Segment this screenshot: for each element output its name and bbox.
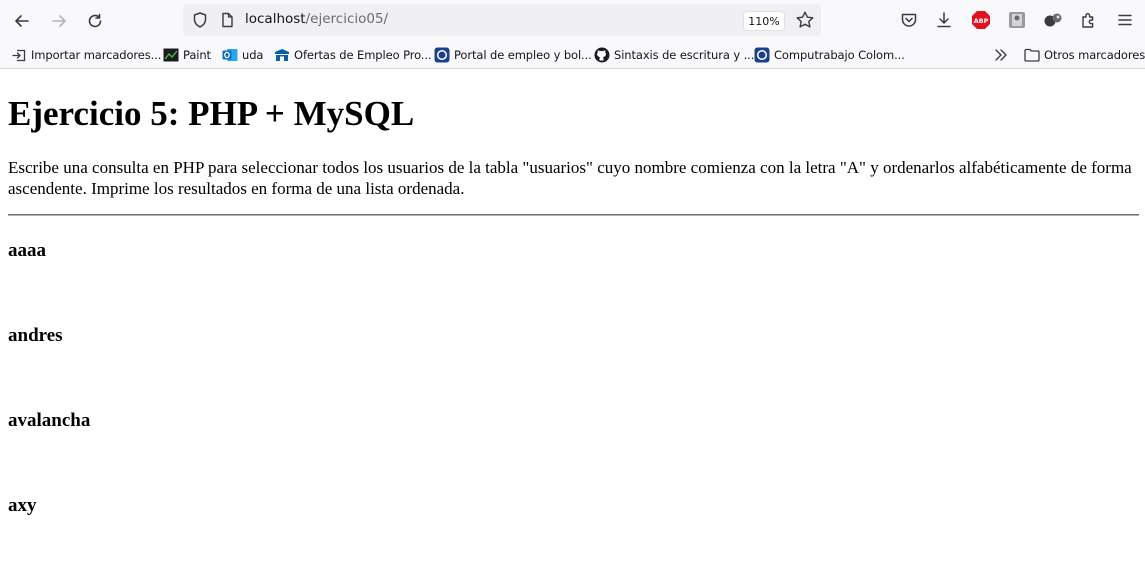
page-title: Ejercicio 5: PHP + MySQL bbox=[8, 94, 415, 133]
reload-icon bbox=[88, 13, 102, 28]
folder-icon bbox=[1024, 47, 1040, 63]
pocket-button[interactable] bbox=[898, 9, 920, 31]
arrow-left-icon bbox=[15, 15, 29, 27]
extension-cookies-button[interactable] bbox=[1042, 9, 1064, 31]
bookmark-paint[interactable]: Paint bbox=[163, 46, 211, 64]
extension-cookies-icon bbox=[1044, 13, 1062, 27]
bookmarks-bar: Importar marcadores... Paint uda Ofertas… bbox=[0, 41, 1145, 69]
url-text[interactable]: localhost/ejercicio05/ bbox=[245, 11, 388, 27]
abp-label: ABP bbox=[974, 17, 989, 25]
bookmark-sintaxis[interactable]: Sintaxis de escritura y ... bbox=[594, 46, 754, 64]
page-content: Ejercicio 5: PHP + MySQL Escribe una con… bbox=[0, 70, 1145, 585]
github-icon bbox=[594, 47, 610, 63]
bookmark-ofertas-empleo[interactable]: Ofertas de Empleo Pro... bbox=[274, 46, 432, 64]
user-name: aaaa bbox=[8, 240, 46, 261]
double-chevron-right-icon bbox=[995, 49, 1007, 61]
app-menu-button[interactable] bbox=[1114, 9, 1136, 31]
page-info-icon[interactable] bbox=[219, 12, 235, 28]
tracking-protection-shield-icon[interactable] bbox=[191, 11, 209, 29]
extension-photo-button[interactable] bbox=[1006, 9, 1028, 31]
bookmark-label: Otros marcadores bbox=[1044, 48, 1145, 62]
zoom-level-badge[interactable]: 110% bbox=[743, 11, 785, 31]
bookmark-star-icon[interactable] bbox=[795, 10, 815, 30]
paint-icon bbox=[163, 47, 179, 63]
divider bbox=[8, 214, 1139, 216]
job-site-icon bbox=[274, 47, 290, 63]
computrabajo-icon bbox=[434, 47, 450, 63]
extensions-button[interactable] bbox=[1078, 9, 1100, 31]
outlook-icon bbox=[222, 47, 238, 63]
bookmark-label: Importar marcadores... bbox=[31, 48, 162, 62]
adblock-plus-icon: ABP bbox=[972, 11, 990, 29]
bookmark-importar-marcadores[interactable]: Importar marcadores... bbox=[11, 46, 161, 64]
bookmark-uda[interactable]: uda bbox=[222, 46, 263, 64]
bookmark-portal-empleo[interactable]: Portal de empleo y bol... bbox=[434, 46, 592, 64]
url-host: localhost bbox=[245, 11, 306, 27]
forward-button[interactable] bbox=[46, 8, 72, 34]
downloads-button[interactable] bbox=[933, 9, 955, 31]
user-name: avalancha bbox=[8, 410, 91, 431]
download-icon bbox=[937, 12, 951, 28]
bookmarks-overflow-button[interactable] bbox=[993, 46, 1009, 64]
url-bar[interactable]: localhost/ejercicio05/ 110% bbox=[183, 4, 821, 36]
user-name: axy bbox=[8, 495, 37, 516]
arrow-right-icon bbox=[52, 15, 66, 27]
bookmark-otros-marcadores[interactable]: Otros marcadores bbox=[1024, 46, 1145, 64]
browser-toolbar: localhost/ejercicio05/ 110% ABP bbox=[0, 0, 1145, 41]
reload-button[interactable] bbox=[82, 8, 108, 34]
bookmark-label: uda bbox=[242, 48, 264, 62]
bookmark-label: Portal de empleo y bol... bbox=[454, 48, 592, 62]
extension-photo-icon bbox=[1009, 12, 1025, 28]
url-path: /ejercicio05/ bbox=[305, 11, 389, 27]
bookmark-label: Paint bbox=[183, 48, 211, 62]
computrabajo-icon bbox=[754, 47, 770, 63]
user-name: andres bbox=[8, 325, 63, 346]
hamburger-menu-icon bbox=[1118, 14, 1132, 26]
puzzle-piece-icon bbox=[1082, 13, 1094, 28]
back-button[interactable] bbox=[9, 8, 35, 34]
adblock-plus-button[interactable]: ABP bbox=[970, 9, 992, 31]
bookmark-computrabajo[interactable]: Computrabajo Colom... bbox=[754, 46, 905, 64]
bookmark-label: Computrabajo Colom... bbox=[774, 48, 905, 62]
exercise-description: Escribe una consulta en PHP para selecci… bbox=[8, 158, 1132, 198]
pocket-icon bbox=[901, 13, 917, 27]
import-icon bbox=[11, 47, 27, 63]
bookmark-label: Sintaxis de escritura y ... bbox=[614, 48, 755, 62]
bookmark-label: Ofertas de Empleo Pro... bbox=[294, 48, 432, 62]
